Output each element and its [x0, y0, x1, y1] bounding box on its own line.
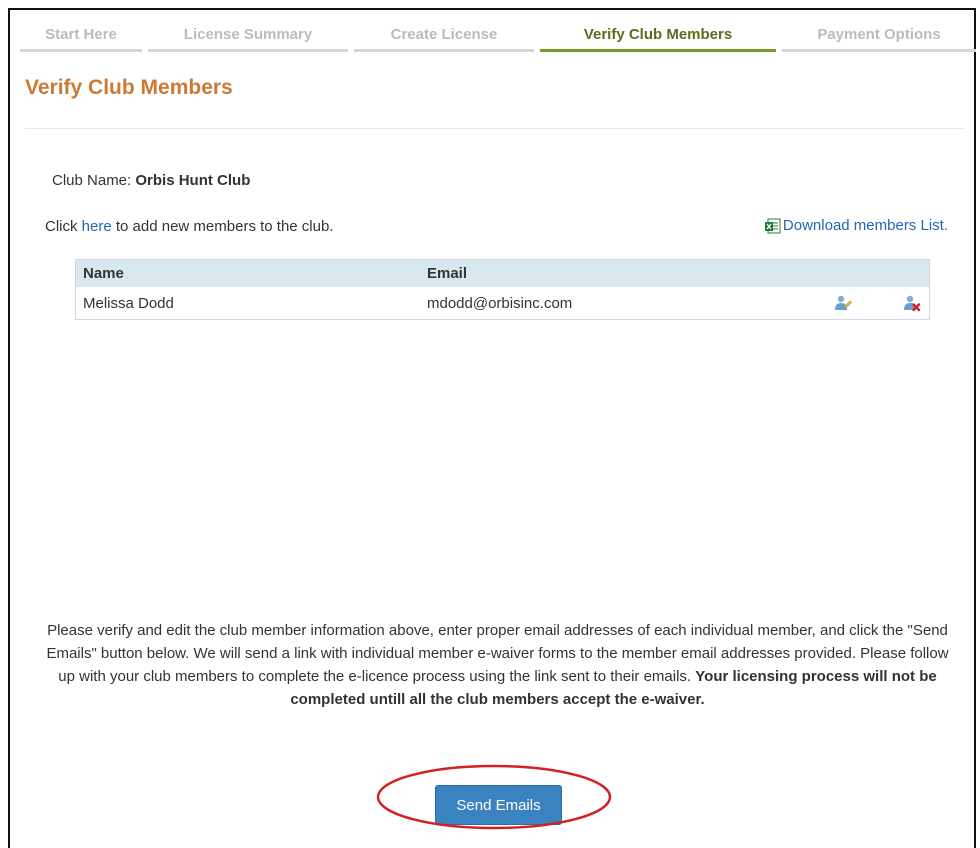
column-header-email: Email — [420, 259, 794, 287]
tab-payment-options[interactable]: Payment Options — [782, 14, 976, 52]
table-row: Melissa Dodd mdodd@orbisinc.com — [75, 287, 930, 320]
column-header-edit — [794, 259, 873, 287]
member-email: mdodd@orbisinc.com — [420, 287, 794, 320]
title-divider — [25, 128, 965, 129]
download-members-label: Download members List. — [782, 217, 948, 234]
column-header-delete — [873, 259, 930, 287]
instructions-notice: Please verify and edit the club member i… — [40, 619, 955, 711]
members-table: Name Email Melissa Dodd mdodd@orbisinc.c… — [75, 259, 930, 320]
add-members-link[interactable]: here — [82, 218, 112, 235]
wizard-tabs: Start Here License Summary Create Licens… — [10, 14, 976, 54]
club-name-value: Orbis Hunt Club — [135, 172, 251, 189]
table-header-row: Name Email — [75, 259, 930, 287]
add-members-suffix: to add new members to the club. — [115, 218, 334, 235]
club-name-label: Club Name: — [52, 172, 132, 189]
tab-start-here[interactable]: Start Here — [20, 14, 142, 52]
edit-user-icon[interactable] — [834, 294, 852, 312]
delete-user-icon[interactable] — [903, 294, 921, 312]
page-title: Verify Club Members — [25, 76, 233, 99]
download-members-link[interactable]: Download members List. — [764, 217, 948, 234]
tab-create-license[interactable]: Create License — [354, 14, 534, 52]
tab-verify-club-members[interactable]: Verify Club Members — [540, 14, 776, 52]
excel-icon — [764, 218, 781, 234]
highlight-circle — [376, 764, 612, 830]
tab-license-summary[interactable]: License Summary — [148, 14, 348, 52]
add-members-prefix: Click — [45, 218, 78, 235]
page-frame — [8, 8, 976, 848]
add-members-row: Click here to add new members to the clu… — [45, 218, 334, 235]
club-name-row: Club Name: Orbis Hunt Club — [52, 172, 250, 189]
member-name: Melissa Dodd — [75, 287, 420, 320]
column-header-name: Name — [75, 259, 420, 287]
